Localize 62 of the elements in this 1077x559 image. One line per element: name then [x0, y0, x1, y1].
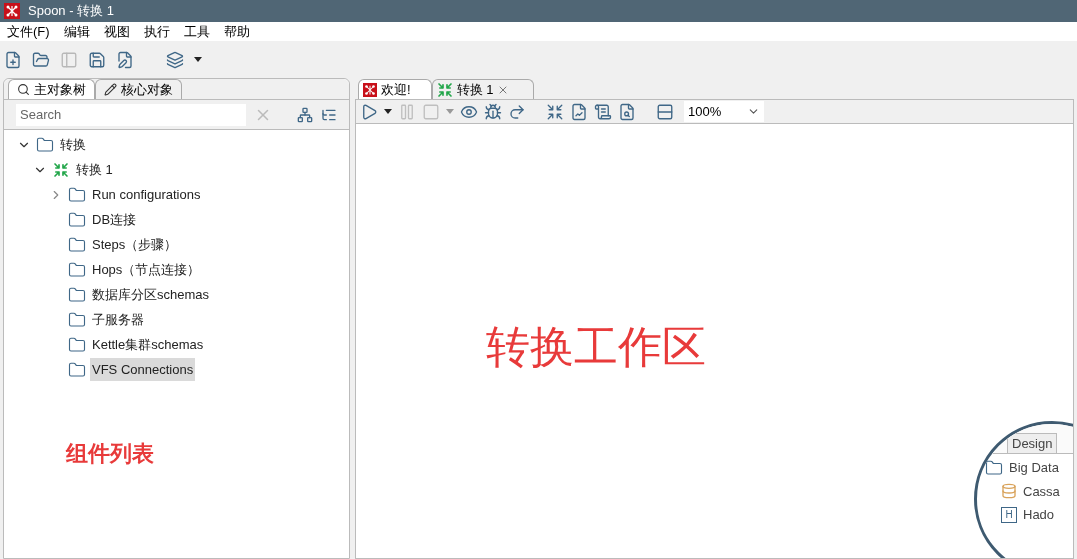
menu-item[interactable]: 编辑 [63, 21, 90, 42]
new-file-icon[interactable] [4, 50, 22, 69]
save-as-icon[interactable] [116, 50, 134, 69]
folder-icon [68, 235, 86, 254]
annotation-text: 组件列表 [66, 441, 154, 466]
run-icon[interactable] [360, 102, 378, 121]
menu-item[interactable]: 视图 [103, 21, 130, 42]
panel-tab[interactable]: 核心对象 [95, 79, 182, 99]
tree-item[interactable]: Cassa [1023, 481, 1060, 501]
menu-item[interactable]: 执行 [143, 21, 170, 42]
arrows-inward-icon [436, 81, 453, 98]
menu-item[interactable]: 工具 [183, 21, 210, 42]
tree-item[interactable]: 转换 [58, 132, 88, 157]
folder-icon [68, 335, 86, 354]
panel-tab[interactable]: Design [1007, 432, 1058, 453]
editor-tab[interactable]: 欢迎! [358, 79, 432, 99]
folder-icon [68, 310, 86, 329]
folder-icon [68, 285, 86, 304]
file-search-icon[interactable] [618, 102, 636, 121]
arrows-inward-icon[interactable] [546, 102, 564, 121]
bug-icon[interactable] [484, 102, 502, 121]
scroll-icon[interactable] [594, 102, 612, 121]
database-icon [1001, 483, 1017, 500]
folder-icon [68, 210, 86, 229]
tree-item[interactable]: Big Data [1009, 458, 1059, 478]
pencil-icon [104, 83, 117, 96]
replay-icon[interactable] [508, 102, 526, 121]
tree-structure-icon[interactable] [297, 106, 313, 123]
logo-icon [363, 82, 377, 97]
tree-item[interactable]: 子服务器 [90, 307, 146, 332]
folder-icon [985, 458, 1003, 477]
folder-icon [36, 135, 54, 154]
layers-icon[interactable] [166, 50, 184, 69]
caret-icon[interactable] [194, 57, 202, 62]
save-icon[interactable] [88, 50, 106, 69]
tree-item[interactable]: Run configurations [90, 182, 203, 207]
logo-icon [4, 3, 20, 19]
tree-item[interactable]: 转换 1 [74, 157, 115, 182]
tree-item[interactable]: 数据库分区schemas [90, 282, 212, 307]
annotation-text: 转换工作区 [486, 322, 706, 371]
chart-file-icon[interactable] [570, 102, 588, 121]
tree-item[interactable]: VFS Connections [90, 357, 196, 382]
menu-item[interactable]: 帮助 [223, 21, 250, 42]
letter-badge-icon: H [1001, 506, 1017, 523]
window-title: Spoon - 转换 1 [28, 2, 114, 21]
tree-item[interactable]: Hops（节点连接） [90, 257, 203, 282]
caret-icon[interactable] [384, 109, 392, 114]
tree-item[interactable]: Hado [1023, 505, 1055, 525]
folder-icon [68, 260, 86, 279]
editor-tab[interactable]: 转换 1 [431, 79, 535, 99]
folder-icon [68, 185, 86, 204]
search-field[interactable]: Search [16, 103, 246, 126]
zoom-dropdown[interactable]: 100% [684, 101, 764, 122]
tree-item[interactable]: DB连接 [90, 207, 139, 232]
folder-icon [68, 360, 86, 379]
rows-icon[interactable] [656, 102, 674, 121]
tree-item[interactable]: Steps（步骤） [90, 232, 180, 257]
menu-item[interactable]: 文件(F) [7, 21, 50, 42]
tree-item[interactable]: Kettle集群schemas [90, 332, 206, 357]
panel-tab[interactable]: 主对象树 [8, 79, 95, 99]
arrows-inward-icon [53, 161, 69, 178]
open-folder-icon[interactable] [32, 50, 50, 69]
